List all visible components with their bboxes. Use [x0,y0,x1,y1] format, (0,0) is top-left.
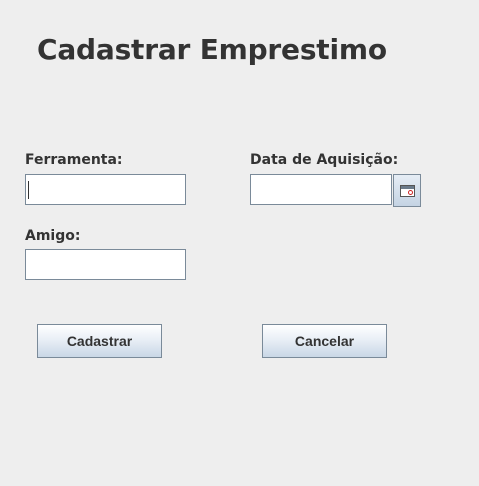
date-picker-button[interactable] [393,174,421,207]
ferramenta-label: Ferramenta: [25,152,123,168]
cancelar-button[interactable]: Cancelar [262,324,387,358]
amigo-label: Amigo: [25,228,81,244]
calendar-icon [400,185,415,197]
data-aquisicao-input[interactable] [250,174,392,205]
text-caret [28,181,29,199]
amigo-input[interactable] [25,249,186,280]
ferramenta-input[interactable] [25,174,186,205]
data-aquisicao-label: Data de Aquisição: [250,152,399,168]
cadastrar-button[interactable]: Cadastrar [37,324,162,358]
page-title: Cadastrar Emprestimo [37,33,387,66]
